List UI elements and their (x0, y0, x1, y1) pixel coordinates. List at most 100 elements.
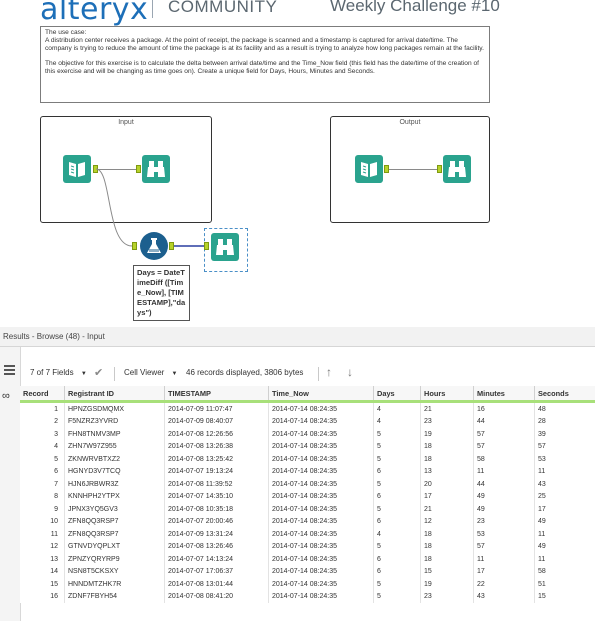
table-cell[interactable]: 2014-07-14 08:24:35 (268, 428, 374, 441)
table-cell[interactable]: 44 (473, 478, 535, 491)
table-row[interactable]: 3 FHN8TNMV3MP 2014-07-08 12:26:56 2014-07-1… (20, 428, 595, 441)
table-cell[interactable]: 2014-07-09 13:31:24 (164, 528, 269, 541)
table-cell[interactable]: 15 (420, 565, 474, 578)
table-cell[interactable]: 2014-07-08 10:35:18 (164, 503, 269, 516)
table-cell[interactable]: 4 (373, 415, 421, 428)
table-cell[interactable]: FHN8TNMV3MP (64, 428, 165, 441)
table-row[interactable]: 5 ZKNWRVBTXZ2 2014-07-08 13:25:42 2014-07-1… (20, 453, 595, 466)
table-cell[interactable]: 2014-07-14 08:24:35 (268, 590, 374, 603)
cell-viewer-selector[interactable]: Cell Viewer ▼ (124, 368, 178, 377)
table-cell[interactable]: GTNVDYQPLXT (64, 540, 165, 553)
table-cell[interactable]: 2014-07-14 08:24:35 (268, 490, 374, 503)
table-row[interactable]: 12 GTNVDYQPLXT 2014-07-08 13:26:46 2014-07-… (20, 540, 595, 553)
table-cell[interactable]: 23 (473, 515, 535, 528)
table-cell[interactable]: ZFN8QQ3RSP7 (64, 515, 165, 528)
table-cell[interactable]: 11 (534, 528, 595, 541)
table-row[interactable]: 7 HJN6JRBWR3Z 2014-07-08 11:39:52 2014-07-1… (20, 478, 595, 491)
table-cell[interactable]: 48 (534, 401, 595, 416)
table-cell[interactable]: 2014-07-08 13:26:38 (164, 440, 269, 453)
input-anchor[interactable] (204, 242, 209, 250)
table-cell[interactable]: 2014-07-14 08:24:35 (268, 565, 374, 578)
table-cell[interactable]: HPNZGSDMQMX (64, 401, 165, 416)
table-cell[interactable]: 2014-07-14 08:24:35 (268, 465, 374, 478)
table-row[interactable]: 9 JPNX3YQ5GV3 2014-07-08 10:35:18 2014-07-1… (20, 503, 595, 516)
table-cell[interactable]: 2014-07-08 12:26:56 (164, 428, 269, 441)
table-cell[interactable]: 57 (473, 440, 535, 453)
table-cell[interactable]: 2014-07-08 13:25:42 (164, 453, 269, 466)
table-cell[interactable]: 5 (373, 590, 421, 603)
table-cell[interactable]: 4 (373, 528, 421, 541)
table-row[interactable]: 14 NSN8T5CKSXY 2014-07-07 17:06:37 2014-07-… (20, 565, 595, 578)
table-row[interactable]: 13 ZPNZYQRYRP9 2014-07-07 14:13:24 2014-07-… (20, 553, 595, 566)
table-cell[interactable]: 11 (534, 465, 595, 478)
table-row[interactable]: 10 ZFN8QQ3RSP7 2014-07-07 20:00:46 2014-07-… (20, 515, 595, 528)
table-cell[interactable]: 43 (534, 478, 595, 491)
formula-input-anchor[interactable] (132, 242, 137, 250)
table-cell[interactable]: 18 (420, 540, 474, 553)
table-row[interactable]: 15 HNNDMTZHK7R 2014-07-08 13:01:44 2014-07-… (20, 578, 595, 591)
table-cell[interactable]: 2014-07-14 08:24:35 (268, 515, 374, 528)
check-icon[interactable]: ✔ (94, 366, 103, 379)
table-cell[interactable]: 19 (420, 578, 474, 591)
table-row[interactable]: 1 HPNZGSDMQMX 2014-07-09 11:07:47 2014-07-1… (20, 401, 595, 416)
table-cell[interactable]: 11 (473, 465, 535, 478)
table-row[interactable]: 2 F5NZRZ3YVRD 2014-07-09 08:40:07 2014-07-1… (20, 415, 595, 428)
table-cell[interactable]: HNNDMTZHK7R (64, 578, 165, 591)
table-cell[interactable]: 43 (473, 590, 535, 603)
table-cell[interactable]: 2014-07-14 08:24:35 (268, 528, 374, 541)
table-cell[interactable]: NSN8T5CKSXY (64, 565, 165, 578)
table-cell[interactable]: 25 (534, 490, 595, 503)
table-cell[interactable]: 49 (534, 540, 595, 553)
binoculars-icon[interactable]: ∞ (2, 391, 10, 402)
record-number[interactable]: 14 (20, 565, 65, 578)
table-cell[interactable]: 2014-07-14 08:24:35 (268, 578, 374, 591)
record-number[interactable]: 15 (20, 578, 65, 591)
record-number[interactable]: 1 (20, 401, 65, 416)
table-cell[interactable]: 6 (373, 565, 421, 578)
table-cell[interactable]: 2014-07-07 14:13:24 (164, 553, 269, 566)
table-cell[interactable]: 5 (373, 453, 421, 466)
table-cell[interactable]: ZPNZYQRYRP9 (64, 553, 165, 566)
table-cell[interactable]: 28 (534, 415, 595, 428)
table-cell[interactable]: HGNYD3V7TCQ (64, 465, 165, 478)
table-cell[interactable]: 2014-07-08 08:41:20 (164, 590, 269, 603)
table-cell[interactable]: 2014-07-07 20:00:46 (164, 515, 269, 528)
column-header[interactable]: Record (20, 386, 65, 403)
column-header[interactable]: TIMESTAMP (164, 386, 269, 403)
table-row[interactable]: 4 ZHN7W97Z955 2014-07-08 13:26:38 2014-07-1… (20, 440, 595, 453)
table-cell[interactable]: 57 (473, 428, 535, 441)
table-cell[interactable]: 44 (473, 415, 535, 428)
table-cell[interactable]: 20 (420, 478, 474, 491)
table-cell[interactable]: 2014-07-07 17:06:37 (164, 565, 269, 578)
record-number[interactable]: 16 (20, 590, 65, 603)
table-cell[interactable]: 2014-07-08 11:39:52 (164, 478, 269, 491)
table-cell[interactable]: ZHN7W97Z955 (64, 440, 165, 453)
table-cell[interactable]: 2014-07-14 08:24:35 (268, 415, 374, 428)
table-row[interactable]: 16 ZDNF7FBYH54 2014-07-08 08:41:20 2014-07-… (20, 590, 595, 603)
table-cell[interactable]: KNNHPH2YTPX (64, 490, 165, 503)
table-cell[interactable]: 5 (373, 578, 421, 591)
table-cell[interactable]: 5 (373, 440, 421, 453)
table-cell[interactable]: 2014-07-08 13:26:46 (164, 540, 269, 553)
table-cell[interactable]: 11 (534, 553, 595, 566)
record-number[interactable]: 9 (20, 503, 65, 516)
table-cell[interactable]: 39 (534, 428, 595, 441)
table-cell[interactable]: 15 (534, 590, 595, 603)
table-cell[interactable]: ZKNWRVBTXZ2 (64, 453, 165, 466)
table-cell[interactable]: 13 (420, 465, 474, 478)
table-cell[interactable]: 49 (534, 515, 595, 528)
record-number[interactable]: 3 (20, 428, 65, 441)
table-cell[interactable]: 2014-07-08 13:01:44 (164, 578, 269, 591)
table-cell[interactable]: 2014-07-14 08:24:35 (268, 503, 374, 516)
table-cell[interactable]: 21 (420, 503, 474, 516)
table-cell[interactable]: 17 (534, 503, 595, 516)
record-number[interactable]: 2 (20, 415, 65, 428)
table-cell[interactable]: HJN6JRBWR3Z (64, 478, 165, 491)
table-cell[interactable]: 2014-07-07 19:13:24 (164, 465, 269, 478)
table-cell[interactable]: ZDNF7FBYH54 (64, 590, 165, 603)
record-number[interactable]: 6 (20, 465, 65, 478)
record-number[interactable]: 12 (20, 540, 65, 553)
record-number[interactable]: 8 (20, 490, 65, 503)
table-cell[interactable]: 49 (473, 490, 535, 503)
record-number[interactable]: 10 (20, 515, 65, 528)
